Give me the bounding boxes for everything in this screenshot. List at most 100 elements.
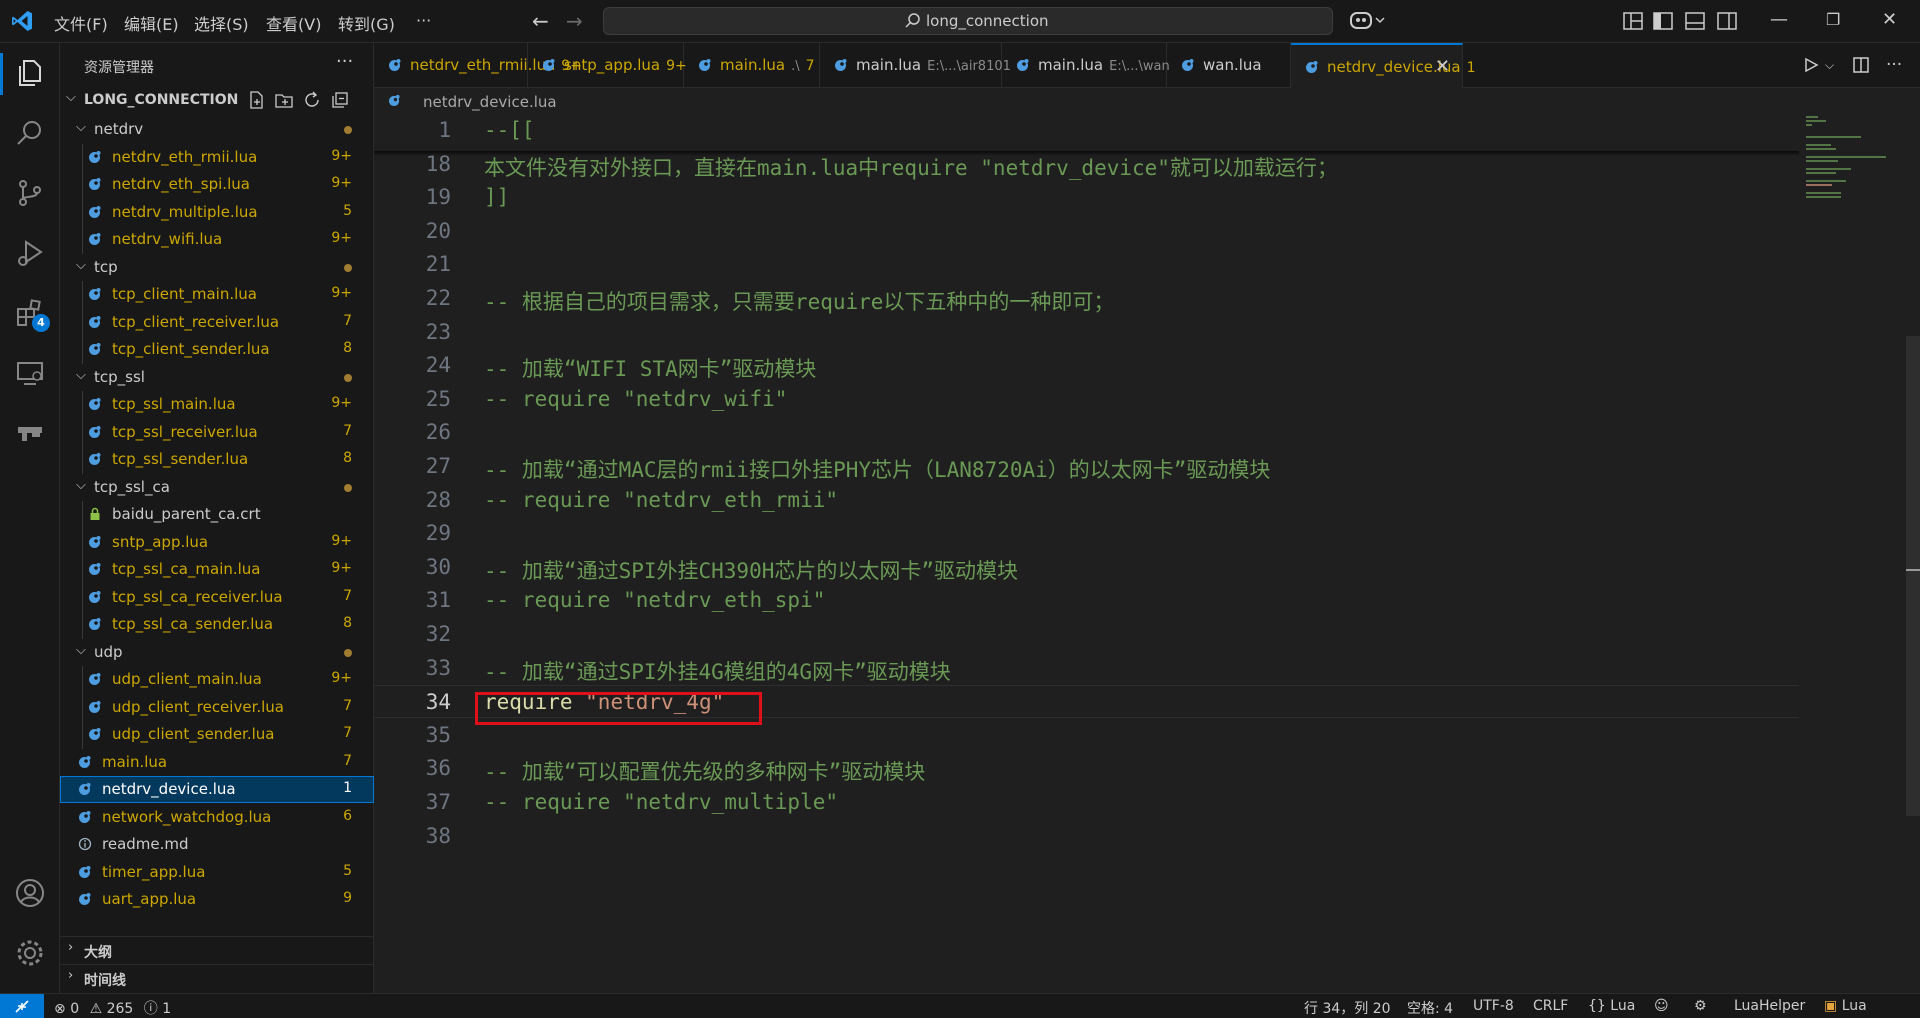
toggle-panel-icon[interactable] bbox=[1684, 10, 1706, 32]
run-dropdown-icon[interactable]: ⌵ bbox=[1825, 58, 1834, 73]
explorer-icon[interactable] bbox=[14, 57, 46, 89]
luahelper-status[interactable]: LuaHelper bbox=[1734, 998, 1805, 1014]
tree-file[interactable]: udp_client_sender.lua 7 bbox=[60, 721, 374, 748]
run-debug-icon[interactable] bbox=[14, 237, 46, 269]
search-icon[interactable] bbox=[14, 117, 46, 149]
menu-more[interactable]: ··· bbox=[416, 11, 431, 30]
code-line[interactable]: 20 bbox=[374, 215, 1799, 248]
forward-arrow-icon[interactable]: → bbox=[566, 9, 583, 33]
tree-file[interactable]: tcp_ssl_receiver.lua 7 bbox=[60, 419, 374, 446]
toggle-secondary-sidebar-icon[interactable] bbox=[1716, 10, 1738, 32]
code-line[interactable]: 24 -- 加载“WIFI STA网卡”驱动模块 bbox=[374, 349, 1799, 382]
vscode-logo-icon[interactable] bbox=[10, 9, 34, 33]
menu-view[interactable]: 查看(V) bbox=[266, 11, 321, 35]
tree-file[interactable]: netdrv_multiple.lua 5 bbox=[60, 199, 374, 226]
remote-explorer-icon[interactable] bbox=[14, 357, 46, 389]
code-line[interactable]: 19]] bbox=[374, 181, 1799, 214]
account-icon[interactable] bbox=[14, 877, 46, 909]
breadcrumb-file[interactable]: netdrv_device.lua bbox=[423, 93, 557, 111]
command-center-search[interactable]: long_connection bbox=[603, 7, 1333, 35]
tree-file[interactable]: tcp_ssl_ca_receiver.lua 7 bbox=[60, 584, 374, 611]
code-line[interactable]: 36 -- 加载“可以配置优先级的多种网卡”驱动模块 bbox=[374, 752, 1799, 785]
tree-file[interactable]: tcp_client_main.lua 9+ bbox=[60, 281, 374, 308]
workspace-folder-header[interactable]: ⌵ LONG_CONNECTION bbox=[60, 87, 374, 113]
remote-indicator[interactable] bbox=[0, 994, 44, 1018]
encoding[interactable]: UTF-8 bbox=[1473, 998, 1514, 1014]
tree-file[interactable]: timer_app.lua 5 bbox=[60, 859, 374, 886]
menu-go[interactable]: 转到(G) bbox=[338, 11, 395, 35]
scrollbar-thumb[interactable] bbox=[1906, 336, 1920, 816]
code-line[interactable]: 31 -- require "netdrv_eth_spi" bbox=[374, 584, 1799, 617]
cursor-position[interactable]: 行 34，列 20 bbox=[1304, 998, 1391, 1018]
code-line[interactable]: 25 -- require "netdrv_wifi" bbox=[374, 383, 1799, 416]
copilot-icon[interactable] bbox=[1348, 8, 1388, 34]
tree-file[interactable]: tcp_ssl_ca_sender.lua 8 bbox=[60, 611, 374, 638]
tree-folder[interactable]: ⌵ netdrv bbox=[60, 116, 374, 143]
editor-tab[interactable]: main.lua E:\...\wan bbox=[1002, 43, 1170, 87]
code-line[interactable]: 23 bbox=[374, 316, 1799, 349]
indentation[interactable]: 空格: 4 bbox=[1407, 998, 1453, 1018]
code-line[interactable]: 22 -- 根据自己的项目需求，只需要require以下五种中的一种即可； bbox=[374, 282, 1799, 315]
editor-tab[interactable]: sntp_app.lua 9+ bbox=[528, 43, 687, 87]
tree-file[interactable]: netdrv_eth_rmii.lua 9+ bbox=[60, 144, 374, 171]
tree-file[interactable]: netdrv_wifi.lua 9+ bbox=[60, 226, 374, 253]
back-arrow-icon[interactable]: ← bbox=[532, 9, 549, 33]
tree-file[interactable]: netdrv_device.lua 1 bbox=[60, 776, 374, 803]
code-line[interactable]: 32 bbox=[374, 618, 1799, 651]
code-line[interactable]: 29 bbox=[374, 517, 1799, 550]
tree-file[interactable]: tcp_client_sender.lua 8 bbox=[60, 336, 374, 363]
copilot-status-icon[interactable]: ☺ bbox=[1654, 998, 1669, 1014]
code-line[interactable]: 37 -- require "netdrv_multiple" bbox=[374, 786, 1799, 819]
tree-file[interactable]: tcp_ssl_sender.lua 8 bbox=[60, 446, 374, 473]
toggle-primary-sidebar-icon[interactable] bbox=[1652, 10, 1674, 32]
tree-folder[interactable]: ⌵ tcp_ssl_ca bbox=[60, 474, 374, 501]
code-editor[interactable]: 1 --[[18 本文件没有对外接口，直接在main.lua中require "ne… bbox=[374, 114, 1908, 993]
editor-tab[interactable]: netdrv_device.lua 1 ✕ bbox=[1291, 43, 1476, 88]
tree-file[interactable]: tcp_ssl_main.lua 9+ bbox=[60, 391, 374, 418]
tree-file[interactable]: baidu_parent_ca.crt bbox=[60, 501, 374, 528]
tree-file[interactable]: tcp_client_receiver.lua 7 bbox=[60, 309, 374, 336]
code-line[interactable]: 38 bbox=[374, 820, 1799, 853]
split-editor-icon[interactable] bbox=[1852, 56, 1870, 74]
editor-tab[interactable]: netdrv_eth_rmii.lua 9+ bbox=[374, 43, 582, 87]
refresh-icon[interactable] bbox=[302, 90, 322, 110]
testing-icon[interactable] bbox=[14, 417, 46, 449]
run-file-icon[interactable] bbox=[1802, 56, 1820, 74]
code-line[interactable]: 28 -- require "netdrv_eth_rmii" bbox=[374, 484, 1799, 517]
settings-gear-icon[interactable] bbox=[14, 937, 46, 969]
code-line[interactable]: 26 bbox=[374, 416, 1799, 449]
minimap[interactable] bbox=[1800, 114, 1908, 214]
tree-folder[interactable]: ⌵ udp bbox=[60, 639, 374, 666]
editor-tab[interactable]: main.lua .\ 7 bbox=[684, 43, 820, 87]
restore-icon[interactable]: ❐ bbox=[1826, 10, 1840, 29]
timeline-section[interactable]: › 时间线 bbox=[60, 964, 374, 990]
tree-file[interactable]: udp_client_receiver.lua 7 bbox=[60, 694, 374, 721]
new-file-icon[interactable] bbox=[246, 90, 266, 110]
tree-folder[interactable]: ⌵ tcp bbox=[60, 254, 374, 281]
problems-indicator[interactable]: ⊗ 0 ⚠ 265 ⓘ 1 bbox=[54, 998, 171, 1018]
tree-folder[interactable]: ⌵ tcp_ssl bbox=[60, 364, 374, 391]
notifications-settings-icon[interactable]: ⚙ bbox=[1694, 998, 1707, 1014]
tree-file[interactable]: readme.md bbox=[60, 831, 374, 858]
tree-file[interactable]: tcp_ssl_ca_main.lua 9+ bbox=[60, 556, 374, 583]
code-line[interactable]: 30 -- 加载“通过SPI外挂CH390H芯片的以太网卡”驱动模块 bbox=[374, 551, 1799, 584]
source-control-icon[interactable] bbox=[14, 177, 46, 209]
close-window-icon[interactable]: ✕ bbox=[1882, 9, 1897, 30]
editor-tab[interactable]: main.lua E:\...\air8101 bbox=[820, 43, 1011, 87]
menu-edit[interactable]: 编辑(E) bbox=[124, 11, 179, 35]
close-tab-icon[interactable]: ✕ bbox=[1435, 56, 1450, 77]
tree-file[interactable]: netdrv_eth_spi.lua 9+ bbox=[60, 171, 374, 198]
editor-tab[interactable]: wan.lua bbox=[1167, 43, 1291, 87]
code-line[interactable]: 21 bbox=[374, 248, 1799, 281]
more-actions-icon[interactable]: ··· bbox=[1886, 55, 1902, 75]
minimize-icon[interactable]: — bbox=[1770, 9, 1788, 30]
vertical-scrollbar[interactable] bbox=[1906, 114, 1920, 993]
menu-file[interactable]: 文件(F) bbox=[54, 11, 108, 35]
tree-file[interactable]: udp_client_main.lua 9+ bbox=[60, 666, 374, 693]
new-folder-icon[interactable] bbox=[274, 90, 294, 110]
code-line[interactable]: 1 --[[ bbox=[374, 114, 1799, 147]
tree-file[interactable]: uart_app.lua 9 bbox=[60, 886, 374, 913]
tree-file[interactable]: sntp_app.lua 9+ bbox=[60, 529, 374, 556]
code-line[interactable]: 27 -- 加载“通过MAC层的rmii接口外挂PHY芯片（LAN8720Ai）的… bbox=[374, 450, 1799, 483]
lua-extension-status[interactable]: ▣ Lua bbox=[1824, 998, 1867, 1014]
